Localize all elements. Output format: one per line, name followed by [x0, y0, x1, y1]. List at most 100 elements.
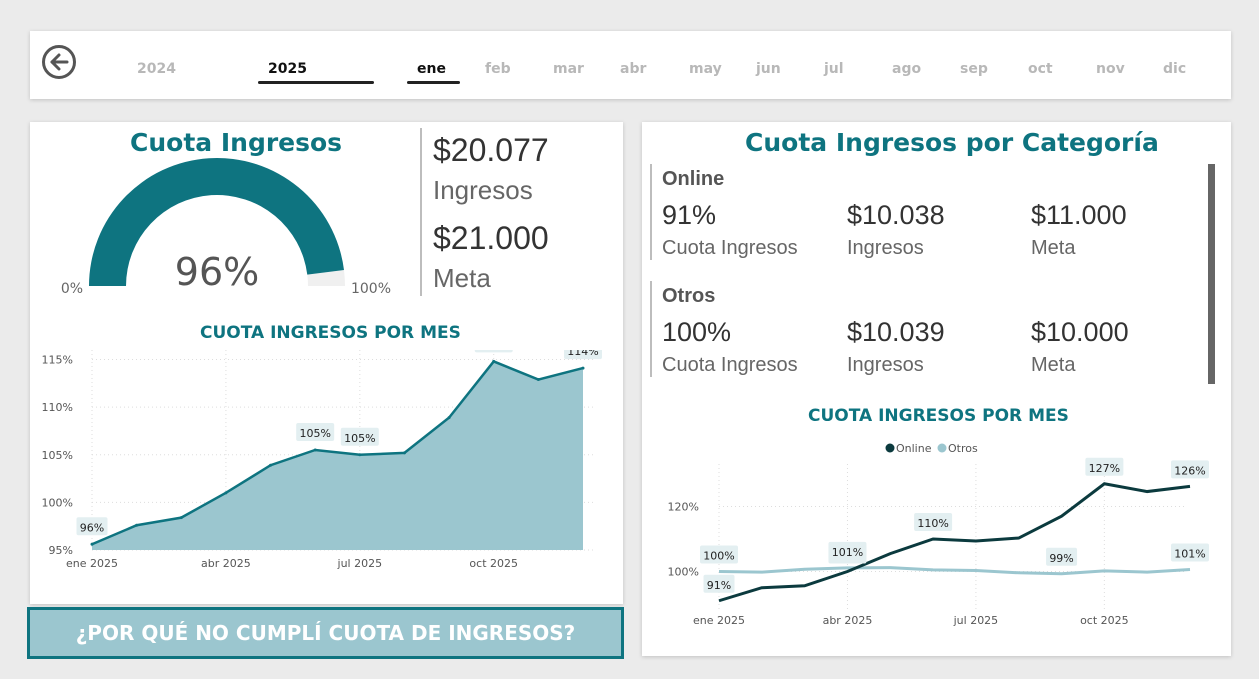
- meta-label: Meta: [433, 263, 491, 293]
- back-button[interactable]: [42, 45, 76, 79]
- cuota-gauge[interactable]: 96% 0% 100%: [30, 150, 410, 300]
- online-cuota-label: Cuota Ingresos: [662, 237, 798, 259]
- month-feb[interactable]: feb: [485, 61, 511, 77]
- month-nov[interactable]: nov: [1096, 61, 1125, 77]
- data-label: 105%: [299, 427, 330, 440]
- y-tick-label: 110%: [42, 401, 73, 414]
- month-may[interactable]: may: [689, 61, 722, 77]
- x-tick-label: abr 2025: [201, 557, 251, 570]
- y-tick-label: 100%: [668, 566, 699, 579]
- cuota-ingresos-panel: Cuota Ingresos 96% 0% 100% $20.077 Ingre…: [30, 122, 623, 604]
- x-tick-label: abr 2025: [823, 614, 873, 627]
- year-2025[interactable]: 2025: [268, 61, 307, 77]
- x-tick-label: jul 2025: [953, 614, 999, 627]
- otros-cuota-value: 100%: [662, 317, 732, 347]
- month-mar[interactable]: mar: [553, 61, 584, 77]
- ingresos-value: $20.077: [433, 132, 549, 168]
- chart-title: CUOTA INGRESOS POR MES: [200, 323, 461, 343]
- online-ingresos-label: Ingresos: [847, 237, 924, 259]
- y-tick-label: 115%: [42, 354, 73, 367]
- why-not-met-button[interactable]: ¿POR QUÉ NO CUMPLÍ CUOTA DE INGRESOS?: [27, 607, 624, 659]
- x-tick-label: oct 2025: [469, 557, 518, 570]
- data-point: [492, 359, 496, 363]
- month-jun[interactable]: jun: [756, 61, 781, 77]
- category-divider: [650, 164, 652, 260]
- y-tick-label: 105%: [42, 449, 73, 462]
- otros-meta-label: Meta: [1031, 354, 1076, 376]
- x-tick-label: ene 2025: [693, 614, 745, 627]
- online-ingresos-value: $10.038: [847, 200, 945, 230]
- data-label: 105%: [344, 432, 375, 445]
- otros-cuota-label: Cuota Ingresos: [662, 354, 798, 376]
- data-label-otros: 101%: [1174, 548, 1205, 561]
- kpi-divider: [420, 128, 422, 296]
- month-ago[interactable]: ago: [892, 61, 921, 77]
- y-tick-label: 120%: [668, 501, 699, 514]
- online-cuota-value: 91%: [662, 200, 717, 230]
- month-ene[interactable]: ene: [417, 61, 446, 77]
- data-label-online: 110%: [917, 517, 948, 530]
- online-meta-value: $11.000: [1031, 200, 1127, 230]
- legend-label-online: Online: [896, 442, 932, 455]
- data-point: [269, 463, 273, 467]
- series-line-online: [718, 482, 1191, 603]
- x-tick-label: jul 2025: [337, 557, 383, 570]
- data-point: [536, 378, 540, 382]
- data-point: [90, 542, 94, 546]
- data-label: 115%: [478, 350, 509, 351]
- legend-dot-otros: [937, 443, 947, 453]
- x-tick-label: oct 2025: [1080, 614, 1129, 627]
- year-selected-underline: [258, 81, 374, 84]
- y-tick-label: 95%: [49, 544, 73, 557]
- period-slicer-bar: 2024 2025 ene feb mar abr may jun jul ag…: [30, 31, 1231, 99]
- otros-meta-value: $10.000: [1031, 317, 1129, 347]
- area-fill: [92, 361, 583, 550]
- data-point: [313, 448, 317, 452]
- series-line-otros: [718, 566, 1191, 576]
- month-dic[interactable]: dic: [1163, 61, 1186, 77]
- y-tick-label: 100%: [42, 496, 73, 509]
- data-label-otros: 100%: [703, 550, 734, 563]
- category-name-otros: Otros: [662, 285, 716, 307]
- data-point: [402, 451, 406, 455]
- gauge-value: 96%: [175, 250, 259, 294]
- category-divider: [650, 281, 652, 377]
- month-jul[interactable]: jul: [824, 61, 844, 77]
- gauge-min-label: 0%: [61, 281, 83, 297]
- data-point: [581, 366, 585, 370]
- data-point: [224, 491, 228, 495]
- data-label-online: 91%: [707, 579, 731, 592]
- line-chart-cuota-mes[interactable]: Online Otros 100% 120% ene 2025 abr 2025 jul 2…: [642, 434, 1231, 634]
- online-meta-label: Meta: [1031, 237, 1076, 259]
- legend-label-otros: Otros: [948, 442, 978, 455]
- scrollbar[interactable]: [1208, 164, 1215, 384]
- data-label-otros: 99%: [1049, 552, 1073, 565]
- data-label: 96%: [80, 521, 104, 534]
- data-label: 114%: [567, 350, 598, 358]
- data-point: [447, 416, 451, 420]
- arrow-left-icon: [50, 53, 69, 71]
- data-label-online: 126%: [1174, 464, 1205, 477]
- panel-title: Cuota Ingresos por Categoría: [745, 128, 1159, 157]
- data-point: [135, 523, 139, 527]
- data-point: [179, 516, 183, 520]
- data-label-online: 127%: [1089, 462, 1120, 475]
- otros-ingresos-label: Ingresos: [847, 354, 924, 376]
- month-abr[interactable]: abr: [620, 61, 646, 77]
- month-oct[interactable]: oct: [1028, 61, 1053, 77]
- gauge-max-label: 100%: [351, 281, 391, 297]
- year-2024[interactable]: 2024: [137, 61, 176, 77]
- cuota-categoria-panel: Cuota Ingresos por Categoría Online 91% …: [642, 122, 1231, 656]
- data-point: [358, 453, 362, 457]
- ingresos-label: Ingresos: [433, 175, 533, 205]
- x-tick-label: ene 2025: [66, 557, 118, 570]
- area-chart-cuota-mes[interactable]: 95% 100% 105% 110% 115% ene 2025 abr 2025 jul 2…: [30, 350, 623, 580]
- meta-value: $21.000: [433, 220, 549, 256]
- legend-dot-online: [885, 443, 895, 453]
- month-selected-underline: [407, 81, 460, 84]
- otros-ingresos-value: $10.039: [847, 317, 945, 347]
- data-label-otros: 101%: [832, 546, 863, 559]
- category-name-online: Online: [662, 168, 725, 190]
- month-sep[interactable]: sep: [960, 61, 988, 77]
- chart-title: CUOTA INGRESOS POR MES: [808, 406, 1069, 426]
